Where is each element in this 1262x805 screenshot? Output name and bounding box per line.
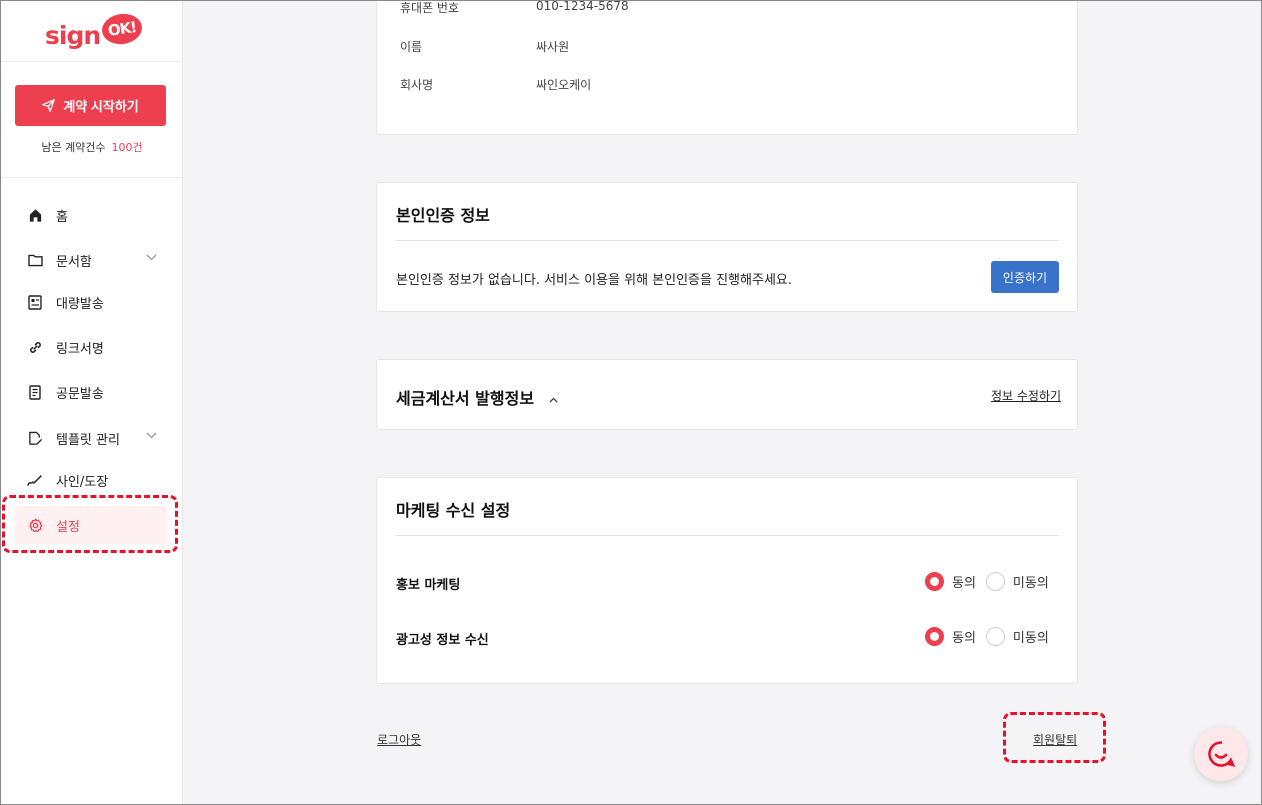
promo-disagree-radio[interactable] <box>985 572 1005 591</box>
phone-value: 010-1234-5678 <box>536 0 629 13</box>
start-contract-label: 계약 시작하기 <box>63 99 139 114</box>
tax-invoice-title[interactable]: 세금계산서 발행정보 <box>396 385 558 409</box>
ad-agree-radio[interactable] <box>925 627 944 646</box>
sidebar-item-signature[interactable]: 사인/도장 <box>15 461 167 499</box>
sidebar-item-label: 템플릿 관리 <box>56 432 120 448</box>
profile-card: 휴대폰 번호 010-1234-5678 이름 싸사원 회사명 싸인오케이 <box>376 0 1078 135</box>
ad-info-radio-group: 동의 미동의 <box>925 627 1059 646</box>
card-divider <box>396 535 1059 536</box>
link-icon <box>27 339 43 355</box>
document-icon <box>27 384 43 400</box>
logo-text: sign <box>45 20 101 50</box>
marketing-title: 마케팅 수신 설정 <box>396 501 511 520</box>
signature-icon <box>27 472 43 488</box>
promo-marketing-radio-group: 동의 미동의 <box>925 572 1059 591</box>
sidebar-item-label: 공문발송 <box>56 386 104 402</box>
marketing-card: 마케팅 수신 설정 홍보 마케팅 동의 미동의 광고성 정보 수신 동의 미동의 <box>376 477 1078 684</box>
chat-icon <box>1208 741 1236 767</box>
paper-plane-icon <box>42 99 56 112</box>
sidebar-item-templates[interactable]: 템플릿 관리 <box>15 419 167 457</box>
sidebar-item-label: 대량발송 <box>56 296 104 312</box>
name-value: 싸사원 <box>536 40 570 54</box>
remaining-contracts: 남은 계약건수 100건 <box>1 139 183 155</box>
ad-disagree-label[interactable]: 미동의 <box>1013 627 1049 646</box>
sidebar-item-official-letter[interactable]: 공문발송 <box>15 373 167 411</box>
bulk-send-icon <box>27 294 43 310</box>
home-icon <box>27 207 43 223</box>
folder-icon <box>27 252 43 268</box>
promo-agree-radio[interactable] <box>925 572 944 591</box>
remaining-label: 남은 계약건수 <box>41 141 106 154</box>
sidebar: sign OK! 계약 시작하기 남은 계약건수 100건 홈 문서함 대량발송 … <box>1 1 183 804</box>
ad-disagree-radio[interactable] <box>985 627 1005 646</box>
promo-agree-label[interactable]: 동의 <box>952 572 976 591</box>
sidebar-item-label: 홈 <box>56 209 68 225</box>
withdraw-highlight <box>1003 712 1106 763</box>
chevron-down-icon <box>146 254 157 261</box>
settings-highlight <box>2 495 178 553</box>
tax-invoice-card: 세금계산서 발행정보 정보 수정하기 <box>376 359 1078 430</box>
verification-title: 본인인증 정보 <box>396 206 490 225</box>
verification-message: 본인인증 정보가 없습니다. 서비스 이용을 위해 본인인증을 진행해주세요. <box>396 273 792 288</box>
tax-invoice-title-text: 세금계산서 발행정보 <box>396 389 535 408</box>
name-label: 이름 <box>400 40 423 54</box>
sidebar-item-link-sign[interactable]: 링크서명 <box>15 328 167 366</box>
chevron-down-icon <box>146 432 157 439</box>
promo-disagree-label[interactable]: 미동의 <box>1013 572 1049 591</box>
remaining-count: 100건 <box>111 141 143 154</box>
verify-button[interactable]: 인증하기 <box>991 261 1059 293</box>
sidebar-item-label: 사인/도장 <box>56 474 109 490</box>
phone-label: 휴대폰 번호 <box>400 1 460 15</box>
sidebar-divider <box>1 61 183 62</box>
promo-marketing-label: 홍보 마케팅 <box>396 578 461 593</box>
sidebar-item-label: 링크서명 <box>56 341 104 357</box>
logo[interactable]: sign OK! <box>45 11 145 57</box>
chat-button[interactable] <box>1194 727 1248 781</box>
company-label: 회사명 <box>400 78 434 92</box>
company-value: 싸인오케이 <box>536 78 592 92</box>
sidebar-item-documents[interactable]: 문서함 <box>15 241 167 279</box>
logout-link[interactable]: 로그아웃 <box>377 731 421 748</box>
sidebar-divider <box>1 177 183 178</box>
ad-agree-label[interactable]: 동의 <box>952 627 976 646</box>
sidebar-item-home[interactable]: 홈 <box>15 196 167 234</box>
edit-info-link[interactable]: 정보 수정하기 <box>991 387 1061 404</box>
card-divider <box>396 240 1059 241</box>
sidebar-item-bulk-send[interactable]: 대량발송 <box>15 283 167 321</box>
sidebar-item-label: 문서함 <box>56 254 92 270</box>
template-edit-icon <box>27 430 43 446</box>
ad-info-label: 광고성 정보 수신 <box>396 633 489 648</box>
logo-badge: OK! <box>100 11 145 47</box>
start-contract-button[interactable]: 계약 시작하기 <box>15 85 166 126</box>
chevron-up-icon[interactable] <box>549 397 558 403</box>
verification-card: 본인인증 정보 본인인증 정보가 없습니다. 서비스 이용을 위해 본인인증을 … <box>376 182 1078 312</box>
